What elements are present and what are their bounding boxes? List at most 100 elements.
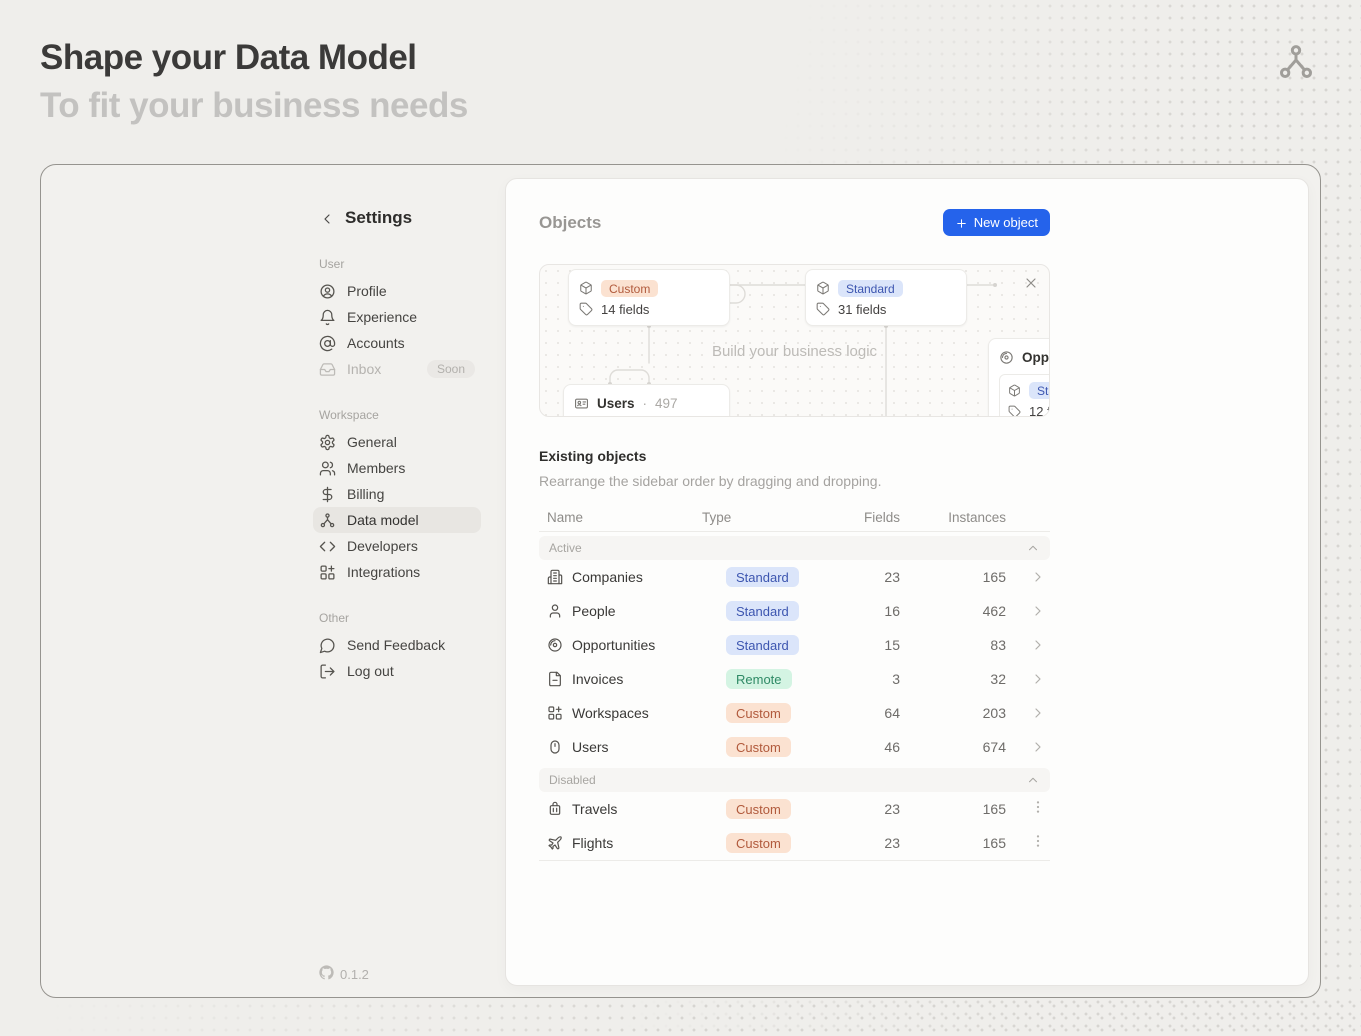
new-object-button[interactable]: New object (943, 209, 1050, 236)
section-label-user: User (313, 257, 481, 271)
chevron-right-icon[interactable] (1030, 738, 1046, 756)
users-icon (319, 459, 336, 477)
type-badge: Custom (726, 799, 791, 819)
person-icon (547, 602, 563, 620)
sidebar-item-general[interactable]: General (313, 429, 481, 455)
card-title: Users (597, 396, 635, 411)
table-row-flights[interactable]: Flights Custom 23 165 (539, 826, 1050, 860)
sidebar-item-log-out[interactable]: Log out (313, 658, 481, 684)
section-label-other: Other (313, 611, 481, 625)
at-sign-icon (319, 334, 336, 352)
chevron-up-icon[interactable] (1026, 541, 1040, 556)
chevron-right-icon[interactable] (1030, 636, 1046, 654)
sidebar-item-billing[interactable]: Billing (313, 481, 481, 507)
fields-count: 14 fields (601, 302, 649, 317)
type-badge: Remote (726, 669, 792, 689)
tag-icon (1008, 403, 1021, 418)
existing-objects-subtitle: Rearrange the sidebar order by dragging … (539, 473, 1050, 489)
grid-plus-icon (319, 563, 336, 581)
diagram-card-standard[interactable]: Standard 31 fields (805, 269, 967, 326)
fields-value: 23 (852, 835, 900, 851)
table-row-users[interactable]: Users Custom 46 674 (539, 730, 1050, 764)
code-icon (319, 537, 336, 555)
group-row-active[interactable]: Active (539, 536, 1050, 560)
business-logic-banner: Build your business logic Custom 14 fiel… (539, 264, 1050, 417)
column-name: Name (539, 510, 702, 525)
type-badge: Standard (726, 601, 799, 621)
settings-back[interactable]: Settings (313, 205, 481, 231)
sidebar-item-data-model[interactable]: Data model (313, 507, 481, 533)
settings-title: Settings (345, 208, 412, 228)
sidebar-item-profile[interactable]: Profile (313, 278, 481, 304)
chevron-left-icon (319, 208, 335, 228)
luggage-icon (547, 800, 563, 818)
box-icon (1008, 382, 1021, 400)
instances-value: 165 (900, 801, 1006, 817)
soon-badge: Soon (427, 360, 475, 378)
chevron-right-icon[interactable] (1030, 568, 1046, 586)
sidebar-item-accounts[interactable]: Accounts (313, 330, 481, 356)
bell-icon (319, 308, 336, 326)
fields-value: 64 (852, 705, 900, 721)
tag-icon (816, 301, 830, 319)
fields-value: 23 (852, 801, 900, 817)
user-circle-icon (319, 282, 336, 300)
inbox-icon (319, 360, 336, 378)
diagram-card-custom[interactable]: Custom 14 fields (568, 269, 730, 326)
sidebar-item-send-feedback[interactable]: Send Feedback (313, 632, 481, 658)
sidebar-item-developers[interactable]: Developers (313, 533, 481, 559)
sidebar-item-members[interactable]: Members (313, 455, 481, 481)
plane-icon (547, 834, 563, 852)
fields-value: 3 (852, 671, 900, 687)
kebab-menu-icon[interactable] (1030, 833, 1046, 854)
sidebar-item-inbox: Inbox Soon (313, 356, 481, 382)
table-row-opportunities[interactable]: Opportunities Standard 15 83 (539, 628, 1050, 662)
target-icon (999, 349, 1014, 367)
sidebar-item-integrations[interactable]: Integrations (313, 559, 481, 585)
group-row-disabled[interactable]: Disabled (539, 768, 1050, 792)
gear-icon (319, 433, 336, 451)
type-badge: Custom (726, 703, 791, 723)
target-icon (547, 636, 563, 654)
panel-title: Objects (539, 213, 601, 233)
box-icon (579, 280, 593, 298)
table-row-companies[interactable]: Companies Standard 23 165 (539, 560, 1050, 594)
fields-value: 46 (852, 739, 900, 755)
table-row-invoices[interactable]: Invoices Remote 3 32 (539, 662, 1050, 696)
box-icon (816, 280, 830, 298)
type-badge: Custom (726, 737, 791, 757)
chevron-up-icon[interactable] (1026, 773, 1040, 788)
chevron-right-icon[interactable] (1030, 670, 1046, 688)
fields-value: 15 (852, 637, 900, 653)
column-fields: Fields (852, 510, 900, 525)
dollar-icon (319, 485, 336, 503)
table-row-people[interactable]: People Standard 16 462 (539, 594, 1050, 628)
chevron-right-icon[interactable] (1030, 704, 1046, 722)
section-label-workspace: Workspace (313, 408, 481, 422)
type-badge: Standard (726, 635, 799, 655)
diagram-card-opportunities[interactable]: Opportunities Standard 12 fields (988, 338, 1050, 417)
chevron-right-icon[interactable] (1030, 602, 1046, 620)
type-badge: Custom (726, 833, 791, 853)
objects-panel: Objects New object (505, 178, 1309, 986)
instances-value: 165 (900, 835, 1006, 851)
id-card-icon (574, 395, 589, 413)
tag-icon (579, 301, 593, 319)
type-badge: Standard (726, 567, 799, 587)
table-row-travels[interactable]: Travels Custom 23 165 (539, 792, 1050, 826)
message-icon (319, 636, 336, 654)
diagram-card-users[interactable]: Users · 497 (563, 384, 730, 417)
kebab-menu-icon[interactable] (1030, 799, 1046, 820)
close-icon[interactable] (1023, 274, 1039, 292)
table-header: Name Type Fields Instances (539, 504, 1050, 532)
page-title: Shape your Data Model (40, 38, 417, 78)
settings-sidebar: Settings User Profile Experience Account… (313, 205, 481, 684)
github-icon[interactable] (319, 965, 334, 983)
sidebar-item-experience[interactable]: Experience (313, 304, 481, 330)
log-out-icon (319, 662, 336, 680)
card-title: Opportunities (1022, 350, 1050, 365)
type-badge: Custom (601, 280, 658, 297)
column-instances: Instances (900, 510, 1006, 525)
table-row-workspaces[interactable]: Workspaces Custom 64 203 (539, 696, 1050, 730)
instances-value: 203 (900, 705, 1006, 721)
